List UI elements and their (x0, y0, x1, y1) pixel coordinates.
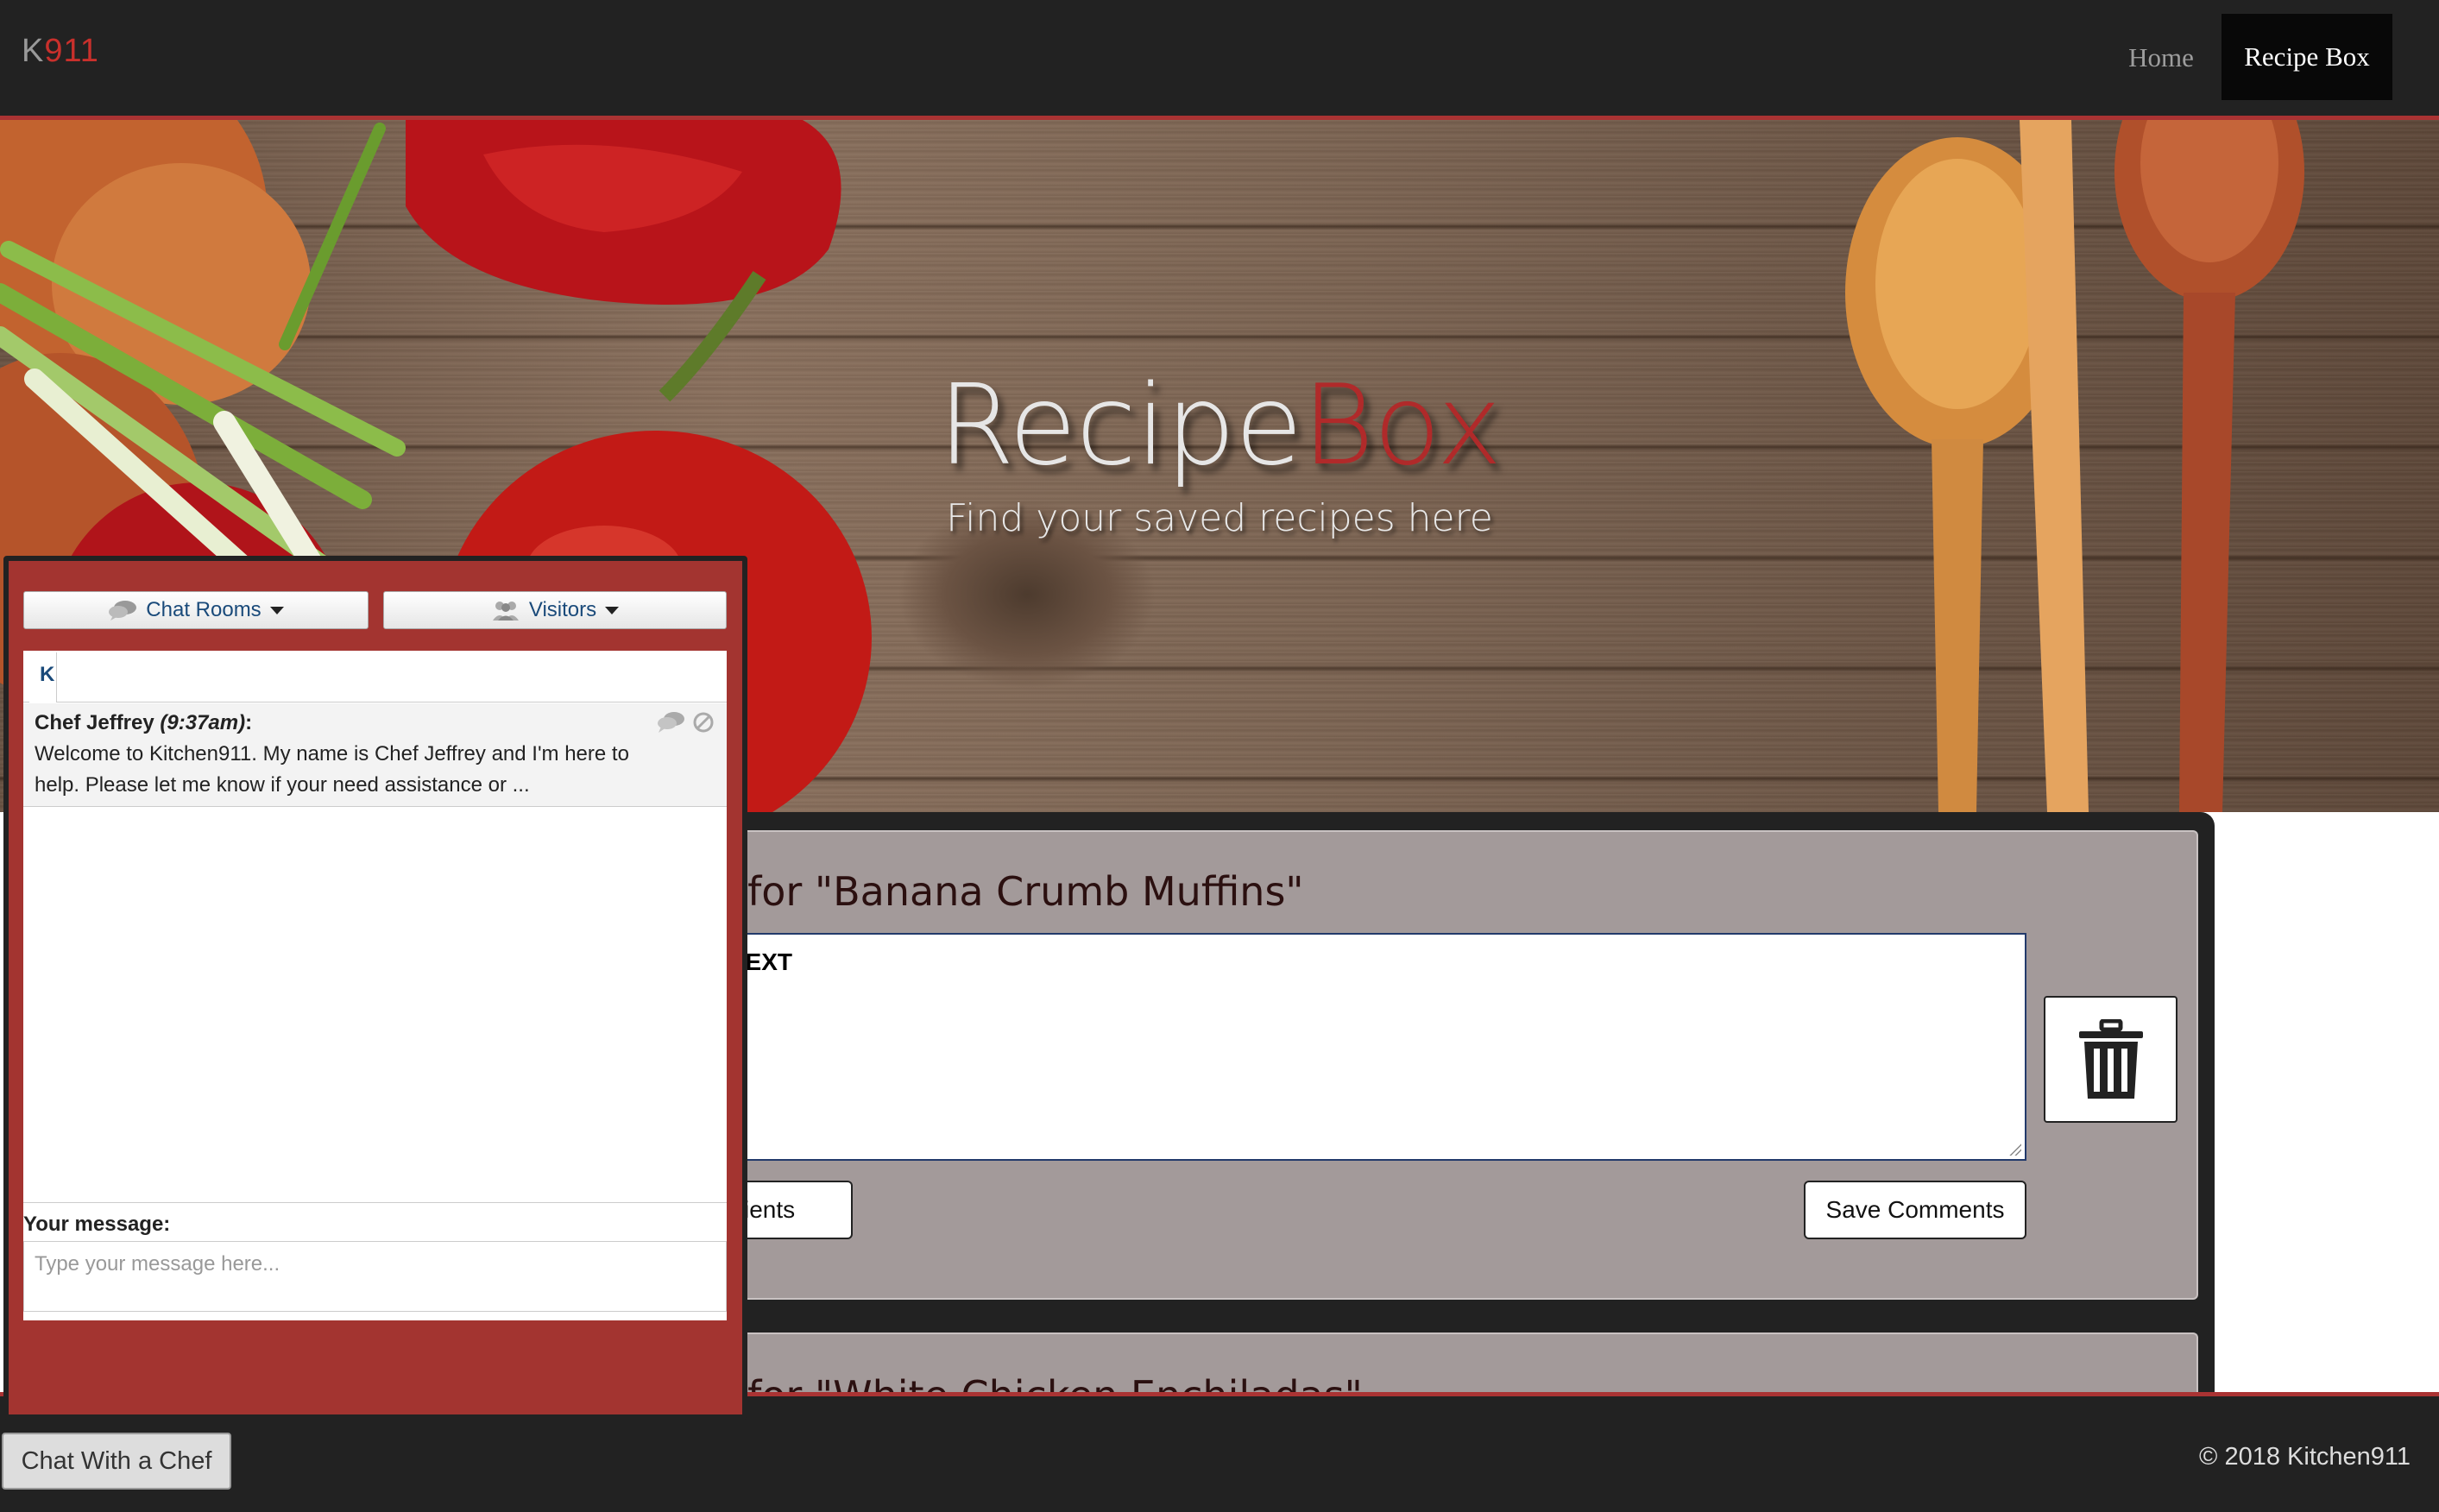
hero-title: RecipeBox (0, 362, 2439, 490)
chat-message-author: Chef Jeffrey (35, 711, 154, 734)
brand-number: 911 (44, 33, 99, 69)
chat-message-header: Chef Jeffrey (9:37am): (35, 711, 252, 735)
nav-recipe-box-link[interactable]: Recipe Box (2222, 14, 2392, 100)
visitors-label: Visitors (528, 598, 597, 621)
speech-bubbles-icon (109, 601, 137, 621)
reply-bubble-icon[interactable] (656, 711, 685, 734)
comment-card-2-clip: ents for "White Chicken Enchiladas" (708, 1332, 2198, 1392)
chat-message-line1: Welcome to Kitchen911. My name is Chef J… (35, 742, 629, 765)
hero-subtitle: Find your saved recipes here (946, 496, 1493, 540)
chevron-down-icon (269, 606, 284, 614)
brand-logo[interactable]: K911 (22, 33, 99, 70)
block-icon[interactable] (692, 711, 715, 734)
resize-handle[interactable] (2009, 1143, 2021, 1156)
comment-card-2-title: ents for "White Chicken Enchiladas" (708, 1372, 1363, 1392)
chat-message-colon: : (245, 711, 253, 734)
chevron-down-icon (605, 606, 620, 614)
brand-letter: K (22, 33, 45, 69)
chat-message-actions (656, 711, 715, 734)
nav-home-link[interactable]: Home (2106, 16, 2216, 100)
comments-textarea[interactable]: E TEXT (708, 933, 2026, 1161)
chat-with-chef-button[interactable]: Chat With a Chef (2, 1433, 231, 1490)
chat-message-body: Welcome to Kitchen911. My name is Chef J… (35, 739, 656, 801)
chat-tab-strip (23, 651, 727, 702)
your-message-label: Your message: (23, 1213, 171, 1236)
save-comments-button[interactable]: Save Comments (1804, 1181, 2026, 1239)
chat-message-time: (9:37am) (160, 711, 246, 734)
trash-icon (2078, 1018, 2143, 1099)
hero-title-recipe: Recipe (937, 362, 1303, 490)
chat-rooms-label: Chat Rooms (146, 598, 262, 621)
chat-message-line2: help. Please let me know if your need as… (35, 773, 530, 797)
top-navbar: K911 Home Recipe Box (0, 0, 2439, 120)
visitors-dropdown[interactable]: Visitors (383, 591, 727, 629)
chat-divider (23, 1202, 727, 1203)
chat-room-tab[interactable]: K (29, 652, 57, 702)
chat-message-input[interactable]: Type your message here... (23, 1241, 727, 1312)
chat-rooms-dropdown[interactable]: Chat Rooms (23, 591, 369, 629)
delete-recipe-button[interactable] (2044, 996, 2177, 1123)
copyright-text: © 2018 Kitchen911 (2199, 1443, 2411, 1471)
users-icon (492, 602, 519, 621)
hero-title-box: Box (1301, 362, 1502, 490)
